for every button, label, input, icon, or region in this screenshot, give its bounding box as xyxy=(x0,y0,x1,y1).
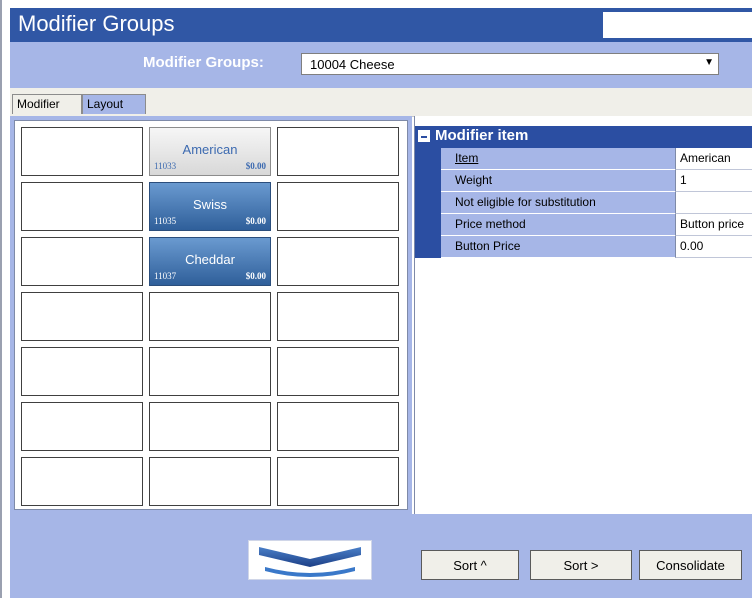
consolidate-button[interactable]: Consolidate xyxy=(639,550,742,580)
grid-cell-empty[interactable] xyxy=(21,457,143,506)
modifier-button-american[interactable]: American 11033 $0.00 xyxy=(149,127,271,176)
property-row-price-method[interactable]: Price method Button price xyxy=(415,214,752,236)
property-category-title: Modifier item xyxy=(435,127,529,144)
property-row-button-price[interactable]: Button Price 0.00 xyxy=(415,236,752,258)
grid-cell-empty[interactable] xyxy=(21,402,143,451)
button-grid: American 11033 $0.00 Swiss 11035 $0.00 C… xyxy=(14,120,408,510)
grid-cell-empty[interactable] xyxy=(149,347,271,396)
property-gutter xyxy=(415,148,441,170)
property-gutter xyxy=(415,170,441,192)
modifier-group-value: 10004 Cheese xyxy=(310,57,395,72)
button-price: $0.00 xyxy=(245,161,266,171)
property-value[interactable]: American xyxy=(675,148,752,170)
grid-cell-empty[interactable] xyxy=(21,182,143,231)
sort-up-button[interactable]: Sort ^ xyxy=(421,550,519,580)
tab-strip: Modifier Layout xyxy=(10,88,752,117)
modifier-group-dropdown[interactable]: 10004 Cheese ▼ xyxy=(301,53,719,75)
grid-cell-empty[interactable] xyxy=(21,347,143,396)
property-value[interactable]: 1 xyxy=(675,170,752,192)
grid-cell-empty[interactable] xyxy=(21,127,143,176)
grid-cell-empty[interactable] xyxy=(149,292,271,341)
property-category-header: Modifier item xyxy=(415,126,752,148)
button-code: 11037 xyxy=(154,271,177,281)
property-grid: Modifier item Item American Weight 1 Not… xyxy=(414,116,752,514)
sort-right-button[interactable]: Sort > xyxy=(530,550,632,580)
property-row-not-eligible[interactable]: Not eligible for substitution xyxy=(415,192,752,214)
property-name: Item xyxy=(441,148,675,170)
button-code: 11033 xyxy=(154,161,177,171)
modifier-button-swiss[interactable]: Swiss 11035 $0.00 xyxy=(149,182,271,231)
window-frame: Modifier Groups Modifier Groups: 10004 C… xyxy=(0,0,752,598)
modifier-button-cheddar[interactable]: Cheddar 11037 $0.00 xyxy=(149,237,271,286)
property-name: Not eligible for substitution xyxy=(441,192,675,214)
property-row-item[interactable]: Item American xyxy=(415,148,752,170)
grid-cell-empty[interactable] xyxy=(149,457,271,506)
property-value[interactable]: 0.00 xyxy=(675,236,752,258)
page-down-graphic xyxy=(259,547,361,577)
property-value[interactable] xyxy=(675,192,752,214)
grid-cell-empty[interactable] xyxy=(277,127,399,176)
minus-box-icon[interactable] xyxy=(418,130,430,142)
chevron-down-icon[interactable]: ▼ xyxy=(704,57,714,68)
button-label: Cheddar xyxy=(185,252,235,267)
bottom-toolbar: Sort ^ Sort > Consolidate xyxy=(10,514,752,598)
grid-cell-empty[interactable] xyxy=(277,237,399,286)
tab-layout[interactable]: Layout xyxy=(82,94,146,114)
title-bar-blank-area xyxy=(603,12,752,38)
double-chevron-down-icon[interactable] xyxy=(248,540,372,580)
property-name: Weight xyxy=(441,170,675,192)
grid-cell-empty[interactable] xyxy=(149,402,271,451)
group-selector-band: Modifier Groups: 10004 Cheese ▼ xyxy=(10,42,752,88)
property-value[interactable]: Button price xyxy=(675,214,752,236)
grid-cell-empty[interactable] xyxy=(277,402,399,451)
modifier-groups-label: Modifier Groups: xyxy=(143,54,264,71)
button-label: Swiss xyxy=(193,197,227,212)
title-bar: Modifier Groups xyxy=(10,8,752,42)
tab-modifier[interactable]: Modifier xyxy=(12,94,82,114)
button-price: $0.00 xyxy=(245,271,266,281)
layout-grid-panel: American 11033 $0.00 Swiss 11035 $0.00 C… xyxy=(10,116,412,514)
grid-cell-empty[interactable] xyxy=(277,457,399,506)
button-label: American xyxy=(182,142,238,157)
button-price: $0.00 xyxy=(245,216,266,226)
grid-cell-empty[interactable] xyxy=(21,292,143,341)
property-name: Price method xyxy=(441,214,675,236)
property-gutter xyxy=(415,192,441,214)
grid-cell-empty[interactable] xyxy=(277,347,399,396)
property-name: Button Price xyxy=(441,236,675,258)
grid-cell-empty[interactable] xyxy=(21,237,143,286)
window-title: Modifier Groups xyxy=(18,11,175,36)
grid-cell-empty[interactable] xyxy=(277,292,399,341)
button-code: 11035 xyxy=(154,216,177,226)
grid-cell-empty[interactable] xyxy=(277,182,399,231)
property-row-weight[interactable]: Weight 1 xyxy=(415,170,752,192)
property-gutter xyxy=(415,214,441,236)
property-gutter xyxy=(415,236,441,258)
